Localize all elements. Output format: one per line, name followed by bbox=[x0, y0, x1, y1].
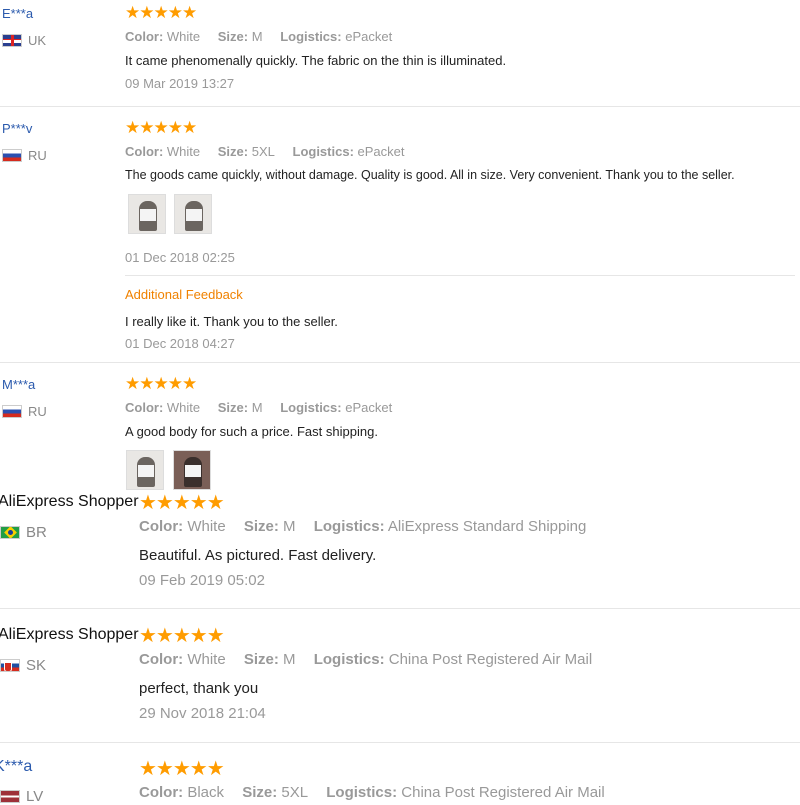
reviewer-name: AliExpress Shopper bbox=[0, 493, 139, 510]
logistics-label: Logistics: bbox=[292, 144, 354, 159]
review-date: 01 Dec 2018 02:25 bbox=[125, 250, 235, 265]
additional-feedback-heading: Additional Feedback bbox=[125, 287, 243, 302]
order-info: Color: White Size: M Logistics: AliExpre… bbox=[139, 518, 600, 535]
brazil-flag-icon bbox=[0, 526, 20, 539]
reviewer-name[interactable]: M***a bbox=[2, 377, 35, 392]
country-code: UK bbox=[28, 33, 47, 48]
logistics-label: Logistics: bbox=[313, 651, 385, 668]
logistics-value: ePacket bbox=[345, 400, 393, 415]
color-value: White bbox=[187, 651, 226, 668]
review-text: The goods came quickly, without damage. … bbox=[125, 168, 735, 182]
size-value: 5XL bbox=[281, 784, 309, 801]
reviewer-country: UK bbox=[2, 33, 46, 48]
order-info: Color: White Size: 5XL Logistics: ePacke… bbox=[125, 144, 419, 159]
size-label: Size: bbox=[217, 29, 249, 44]
color-label: Color: bbox=[125, 29, 164, 44]
latvia-flag-icon bbox=[0, 790, 20, 803]
logistics-value: China Post Registered Air Mail bbox=[401, 784, 605, 801]
size-label: Size: bbox=[243, 651, 279, 668]
star-rating: ★★★★★ bbox=[139, 492, 225, 514]
color-label: Color: bbox=[139, 651, 184, 668]
country-code: RU bbox=[28, 404, 47, 419]
size-value: 5XL bbox=[251, 144, 275, 159]
color-value: White bbox=[166, 29, 201, 44]
logistics-label: Logistics: bbox=[326, 784, 398, 801]
order-info: Color: White Size: M Logistics: China Po… bbox=[139, 651, 606, 668]
size-label: Size: bbox=[217, 400, 249, 415]
size-label: Size: bbox=[242, 784, 278, 801]
star-rating: ★★★★★ bbox=[125, 3, 197, 22]
color-label: Color: bbox=[139, 518, 184, 535]
reviewer-name: AliExpress Shopper bbox=[0, 626, 139, 643]
reviewer-name[interactable]: K***a bbox=[0, 758, 32, 776]
logistics-value: AliExpress Standard Shipping bbox=[387, 518, 587, 535]
review-date: 29 Nov 2018 21:04 bbox=[139, 705, 266, 722]
color-value: Black bbox=[187, 784, 225, 801]
reviewer-country: LV bbox=[0, 788, 43, 805]
color-value: White bbox=[166, 144, 201, 159]
size-value: M bbox=[251, 29, 263, 44]
russia-flag-icon bbox=[2, 405, 22, 418]
divider bbox=[0, 106, 800, 107]
star-rating: ★★★★★ bbox=[125, 118, 197, 137]
star-rating: ★★★★★ bbox=[139, 625, 225, 647]
divider bbox=[0, 742, 800, 743]
size-value: M bbox=[283, 518, 296, 535]
logistics-value: China Post Registered Air Mail bbox=[388, 651, 593, 668]
country-code: RU bbox=[28, 148, 47, 163]
color-label: Color: bbox=[125, 144, 164, 159]
additional-feedback-date: 01 Dec 2018 04:27 bbox=[125, 336, 235, 351]
review-date: 09 Feb 2019 05:02 bbox=[139, 572, 265, 589]
review-photo-thumbnail[interactable] bbox=[126, 450, 164, 490]
country-code: LV bbox=[26, 788, 44, 805]
color-value: White bbox=[187, 518, 226, 535]
review-text: Beautiful. As pictured. Fast delivery. bbox=[139, 547, 377, 564]
star-rating: ★★★★★ bbox=[125, 374, 197, 393]
reviewer-name[interactable]: P***v bbox=[2, 121, 32, 136]
country-code: SK bbox=[26, 657, 47, 674]
review-text: A good body for such a price. Fast shipp… bbox=[125, 424, 378, 439]
review-text: perfect, thank you bbox=[139, 680, 259, 697]
size-value: M bbox=[283, 651, 296, 668]
divider bbox=[125, 275, 795, 276]
reviewer-country: RU bbox=[2, 404, 47, 419]
reviewer-country: BR bbox=[0, 524, 47, 541]
color-label: Color: bbox=[139, 784, 184, 801]
order-info: Color: Black Size: 5XL Logistics: China … bbox=[139, 784, 619, 801]
review-photo-thumbnail[interactable] bbox=[173, 450, 211, 490]
review-photo-thumbnail[interactable] bbox=[174, 194, 212, 234]
logistics-label: Logistics: bbox=[313, 518, 385, 535]
review-photo-thumbnail[interactable] bbox=[128, 194, 166, 234]
reviewer-country: RU bbox=[2, 148, 47, 163]
logistics-label: Logistics: bbox=[280, 400, 342, 415]
color-value: White bbox=[166, 400, 201, 415]
logistics-value: ePacket bbox=[345, 29, 393, 44]
reviewer-country: SK bbox=[0, 657, 46, 674]
size-label: Size: bbox=[243, 518, 279, 535]
size-value: M bbox=[251, 400, 263, 415]
logistics-label: Logistics: bbox=[280, 29, 342, 44]
color-label: Color: bbox=[125, 400, 164, 415]
review-text: It came phenomenally quickly. The fabric… bbox=[125, 53, 507, 68]
divider bbox=[0, 608, 800, 609]
divider bbox=[0, 362, 800, 363]
russia-flag-icon bbox=[2, 149, 22, 162]
uk-flag-icon bbox=[2, 34, 22, 47]
slovakia-flag-icon bbox=[0, 659, 20, 672]
order-info: Color: White Size: M Logistics: ePacket bbox=[125, 29, 406, 44]
reviewer-name[interactable]: E***a bbox=[2, 6, 33, 21]
review-date: 09 Mar 2019 13:27 bbox=[125, 76, 235, 91]
logistics-value: ePacket bbox=[357, 144, 405, 159]
order-info: Color: White Size: M Logistics: ePacket bbox=[125, 400, 406, 415]
additional-feedback-text: I really like it. Thank you to the selle… bbox=[125, 314, 338, 329]
star-rating: ★★★★★ bbox=[139, 758, 225, 780]
country-code: BR bbox=[26, 524, 47, 541]
size-label: Size: bbox=[217, 144, 249, 159]
